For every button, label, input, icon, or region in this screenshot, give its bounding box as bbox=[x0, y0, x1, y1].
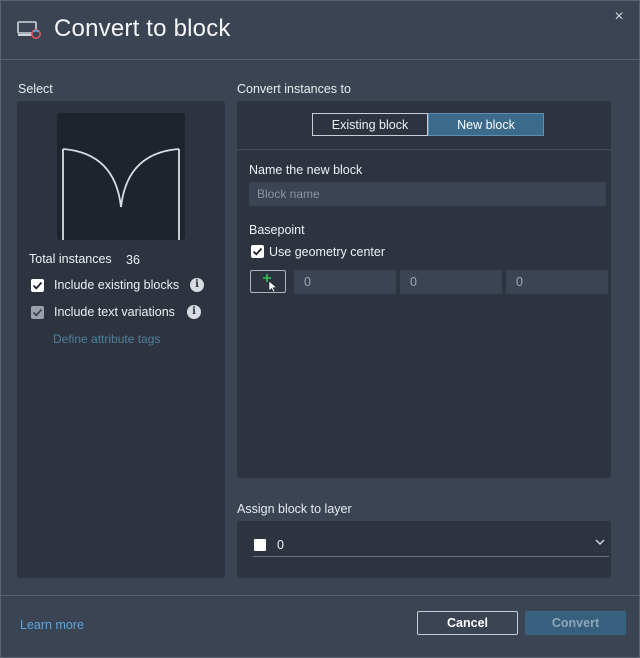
basepoint-z-field[interactable]: 0 bbox=[506, 270, 608, 294]
tab-new-block[interactable]: New block bbox=[428, 113, 544, 136]
assign-layer-label: Assign block to layer bbox=[237, 502, 352, 516]
convert-to-block-icon bbox=[17, 19, 43, 41]
include-text-variations-checkbox[interactable] bbox=[31, 306, 44, 319]
basepoint-x-field[interactable]: 0 bbox=[294, 270, 396, 294]
convert-button[interactable]: Convert bbox=[525, 611, 626, 635]
block-preview bbox=[57, 113, 185, 241]
learn-more-link[interactable]: Learn more bbox=[20, 618, 84, 632]
chevron-down-icon[interactable] bbox=[593, 535, 607, 549]
block-name-input[interactable] bbox=[249, 182, 606, 206]
layer-select-underline bbox=[253, 556, 609, 557]
name-new-block-label: Name the new block bbox=[249, 163, 363, 177]
footer-divider bbox=[1, 595, 639, 596]
tab-existing-block[interactable]: Existing block bbox=[312, 113, 428, 136]
layer-color-swatch bbox=[254, 539, 266, 551]
cancel-button[interactable]: Cancel bbox=[417, 611, 518, 635]
info-icon[interactable]: i bbox=[190, 278, 204, 292]
total-instances-row: Total instances 36 bbox=[29, 252, 140, 267]
divider bbox=[237, 149, 611, 150]
use-geometry-center-checkbox[interactable] bbox=[251, 245, 264, 258]
title-bar: Convert to block × bbox=[1, 1, 639, 60]
basepoint-label: Basepoint bbox=[249, 223, 305, 237]
include-text-variations-label: Include text variations bbox=[54, 305, 175, 319]
total-instances-count: 36 bbox=[126, 253, 140, 267]
close-icon[interactable]: × bbox=[609, 7, 629, 27]
include-existing-blocks-checkbox[interactable] bbox=[31, 279, 44, 292]
total-instances-label: Total instances bbox=[29, 252, 112, 266]
convert-panel: Existing block New block Name the new bl… bbox=[237, 101, 611, 478]
include-existing-blocks-label: Include existing blocks bbox=[54, 278, 180, 292]
info-icon[interactable]: i bbox=[187, 305, 201, 319]
pick-point-icon bbox=[263, 274, 278, 293]
select-panel: Total instances 36 Include existing bloc… bbox=[17, 101, 225, 578]
convert-section-label: Convert instances to bbox=[237, 82, 351, 96]
select-section-label: Select bbox=[18, 82, 53, 96]
layer-select-value[interactable]: 0 bbox=[277, 538, 284, 552]
define-attribute-tags-link[interactable]: Define attribute tags bbox=[53, 332, 160, 346]
layer-panel: 0 bbox=[237, 521, 611, 578]
dialog-title: Convert to block bbox=[54, 15, 231, 42]
basepoint-y-field[interactable]: 0 bbox=[400, 270, 502, 294]
use-geometry-center-label: Use geometry center bbox=[269, 245, 386, 259]
convert-to-block-dialog: Convert to block × Select Total instance… bbox=[0, 0, 640, 658]
pick-point-button[interactable] bbox=[250, 270, 286, 293]
